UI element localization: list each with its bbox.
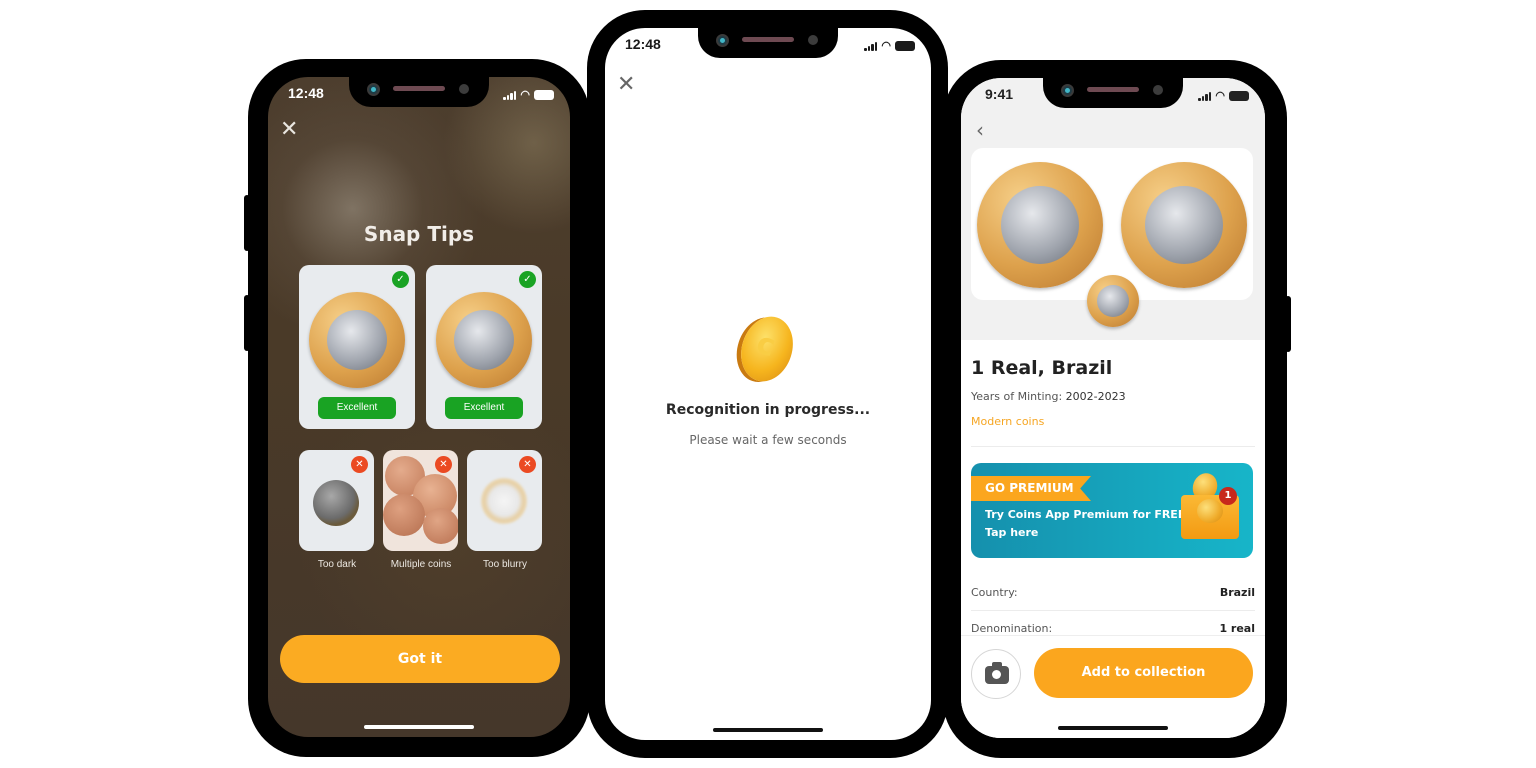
battery-icon (534, 89, 554, 100)
camera-button[interactable] (971, 649, 1021, 699)
check-icon: ✓ (519, 271, 536, 288)
recognition-subtitle: Please wait a few seconds (689, 433, 847, 447)
phone-snap-tips: 12:48 ◠ ✕ Snap Tips ✓ Excellent ✓ Excell… (244, 59, 590, 757)
tip-label: Too blurry (483, 559, 527, 570)
premium-tap-here: Tap here (985, 526, 1039, 539)
tip-label: Multiple coins (390, 559, 452, 570)
home-indicator (364, 725, 474, 729)
signal-icon (503, 90, 517, 100)
cross-icon: ✕ (435, 456, 452, 473)
detail-key: Denomination: (971, 622, 1053, 635)
snap-tips-screen: 12:48 ◠ ✕ Snap Tips ✓ Excellent ✓ Excell… (268, 77, 570, 737)
detail-value: 1 real (1219, 622, 1255, 635)
coin-icon (1197, 499, 1223, 523)
notch (349, 77, 489, 107)
recognition-title: Recognition in progress... (665, 402, 871, 418)
notch (1043, 78, 1183, 108)
tip-label: Too dark (317, 559, 357, 570)
coin-reverse-image (436, 292, 532, 388)
signal-icon (1198, 91, 1212, 101)
coin-obverse-image (309, 292, 405, 388)
cross-icon: ✕ (519, 456, 536, 473)
tip-card-bad: ✕ (383, 450, 458, 551)
notch (698, 28, 838, 58)
tip-card-bad: ✕ (299, 450, 374, 551)
coin-thumbnail[interactable] (1087, 275, 1139, 327)
side-button (244, 195, 250, 251)
coin-obverse-image (977, 162, 1103, 288)
divider (971, 446, 1255, 447)
recognition-screen: 12:48 ◠ ✕ Recognition in progress... Ple… (605, 28, 931, 740)
status-time: 12:48 (288, 85, 324, 101)
excellent-badge: Excellent (445, 397, 523, 419)
close-icon[interactable]: ✕ (617, 74, 635, 96)
cross-icon: ✕ (351, 456, 368, 473)
phone-recognition: 12:48 ◠ ✕ Recognition in progress... Ple… (587, 10, 948, 758)
dark-coin-image (313, 480, 359, 526)
camera-icon (985, 662, 1009, 684)
status-time: 12:48 (625, 36, 661, 52)
side-button (244, 295, 250, 351)
category-link[interactable]: Modern coins (971, 415, 1044, 428)
home-indicator (713, 728, 823, 732)
battery-icon (1229, 90, 1249, 101)
check-icon: ✓ (392, 271, 409, 288)
bottom-action-bar: Add to collection (961, 635, 1265, 738)
minting-label: Years of Minting: (971, 390, 1063, 403)
coin-reverse-image (1121, 162, 1247, 288)
chevron-left-icon[interactable]: ‹ (976, 118, 984, 142)
detail-row: Country: Brazil (971, 586, 1255, 606)
page-title: Snap Tips (363, 222, 475, 246)
got-it-button[interactable]: Got it (280, 635, 560, 683)
go-premium-tag: GO PREMIUM (971, 476, 1091, 501)
wifi-icon: ◠ (1215, 90, 1225, 102)
status-time: 9:41 (985, 86, 1014, 102)
premium-text: Try Coins App Premium for FREE (985, 508, 1186, 521)
loading-coin-icon (733, 309, 801, 389)
tip-card-good: ✓ Excellent (426, 265, 542, 429)
coin-detail-screen: 9:41 ◠ ‹ 1 Real, Brazil Years of Minting… (961, 78, 1265, 738)
close-icon[interactable]: ✕ (280, 119, 298, 141)
coin-name: 1 Real, Brazil (971, 357, 1113, 379)
excellent-badge: Excellent (318, 397, 396, 419)
wifi-icon: ◠ (881, 40, 891, 52)
side-button (1285, 296, 1291, 352)
premium-banner[interactable]: GO PREMIUM Try Coins App Premium for FRE… (971, 463, 1253, 558)
minting-years: Years of Minting: 2002-2023 (971, 390, 1126, 403)
tip-card-bad: ✕ (467, 450, 542, 551)
battery-icon (895, 40, 915, 51)
minting-value: 2002-2023 (1065, 390, 1126, 403)
detail-value: Brazil (1219, 586, 1255, 599)
divider (971, 610, 1255, 611)
signal-icon (864, 41, 878, 51)
phone-coin-detail: 9:41 ◠ ‹ 1 Real, Brazil Years of Minting… (943, 60, 1291, 758)
blurry-coin-image (481, 478, 527, 524)
notification-badge: 1 (1219, 487, 1237, 505)
add-to-collection-button[interactable]: Add to collection (1034, 648, 1253, 698)
tip-card-good: ✓ Excellent (299, 265, 415, 429)
wifi-icon: ◠ (520, 89, 530, 101)
home-indicator (1058, 726, 1168, 730)
detail-key: Country: (971, 586, 1018, 599)
